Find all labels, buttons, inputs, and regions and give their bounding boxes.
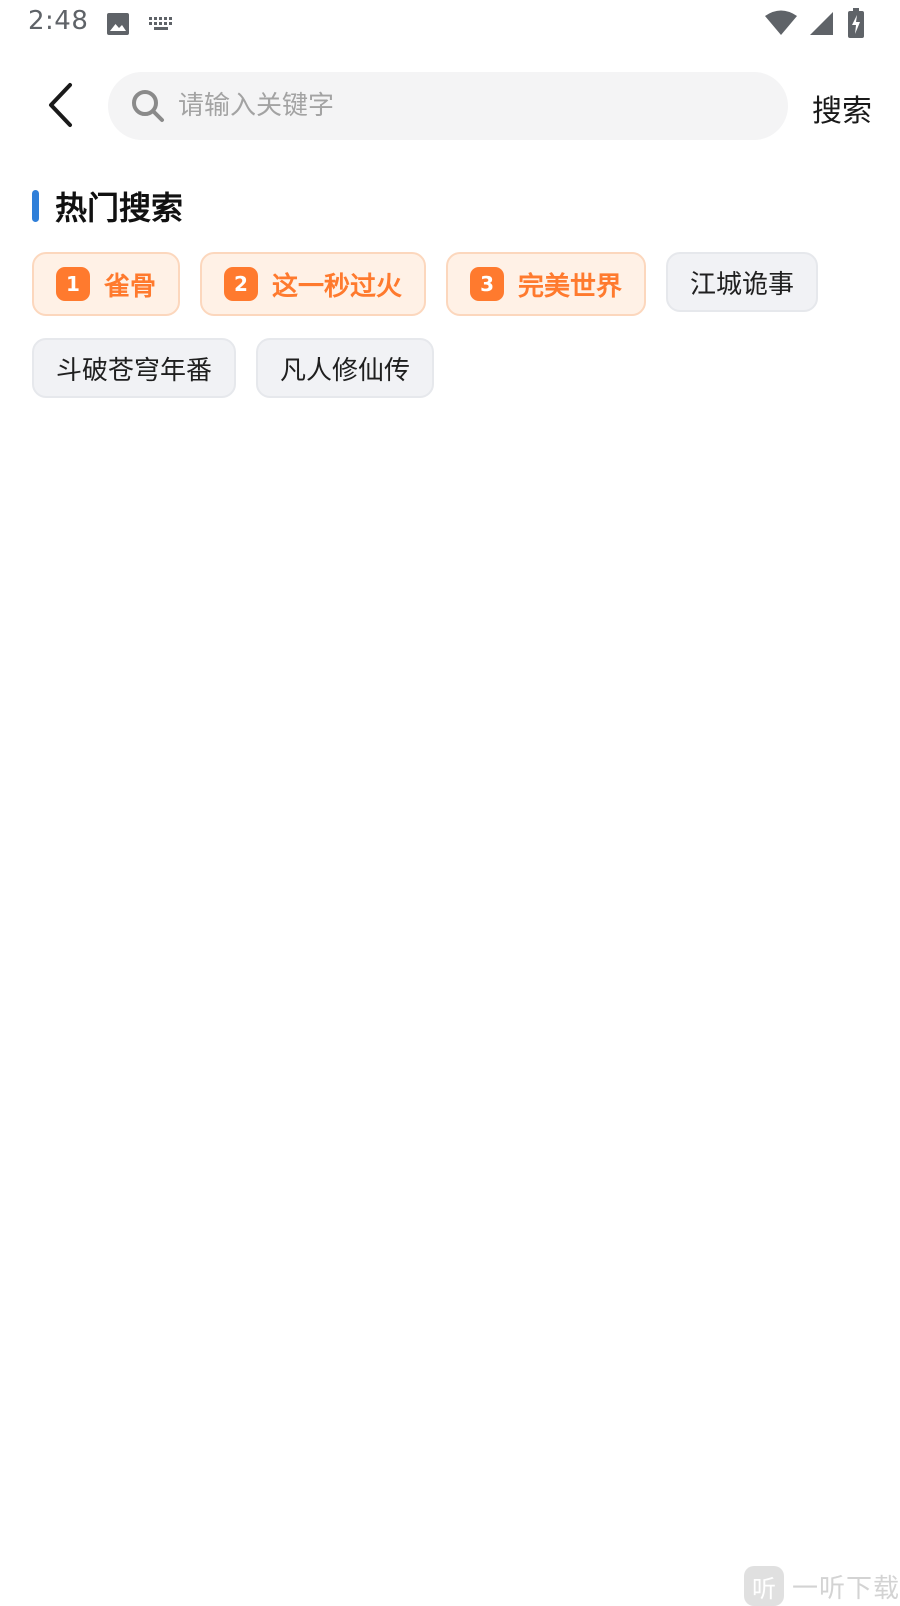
status-time: 2:48	[28, 6, 89, 36]
tag-label: 凡人修仙传	[280, 355, 411, 386]
section-accent-bar	[32, 190, 39, 222]
hot-tag[interactable]: 江城诡事	[666, 252, 819, 312]
search-button[interactable]: 搜索	[812, 86, 872, 130]
signal-icon	[808, 10, 834, 36]
hot-tag[interactable]: 1 雀骨	[32, 252, 181, 316]
tag-label: 雀骨	[104, 271, 157, 302]
image-icon	[106, 12, 130, 36]
back-button[interactable]	[36, 78, 86, 136]
rank-badge: 2	[224, 267, 259, 301]
status-bar: 2:48	[0, 0, 900, 48]
hot-search-tags: 1 雀骨 2 这一秒过火 3 完美世界 江城诡事 斗破苍穹年番 凡人修仙传	[32, 252, 872, 398]
rank-badge: 3	[470, 267, 505, 301]
search-icon	[130, 88, 166, 124]
hot-search-title: 热门搜索	[55, 189, 184, 227]
battery-charging-icon	[848, 8, 864, 38]
tag-label: 斗破苍穹年番	[56, 355, 213, 386]
tag-label: 江城诡事	[690, 269, 795, 300]
tag-label: 完美世界	[518, 271, 623, 302]
watermark-text: 一听下载	[792, 1573, 900, 1604]
tag-label: 这一秒过火	[272, 271, 403, 302]
search-header: 搜索	[0, 72, 900, 142]
hot-tag[interactable]: 2 这一秒过火	[200, 252, 427, 316]
hot-tag[interactable]: 斗破苍穹年番	[32, 338, 237, 398]
chevron-left-icon	[46, 82, 76, 132]
watermark-logo: 听	[744, 1566, 784, 1606]
hot-tag[interactable]: 3 完美世界	[446, 252, 647, 316]
search-box[interactable]	[108, 72, 788, 140]
keyboard-icon	[148, 14, 174, 34]
search-input[interactable]	[178, 72, 768, 140]
watermark: 听 一听下载	[744, 1566, 900, 1606]
rank-badge: 1	[56, 267, 90, 301]
wifi-icon	[764, 10, 798, 36]
hot-tag[interactable]: 凡人修仙传	[256, 338, 435, 398]
hot-search-header: 热门搜索	[32, 186, 184, 227]
